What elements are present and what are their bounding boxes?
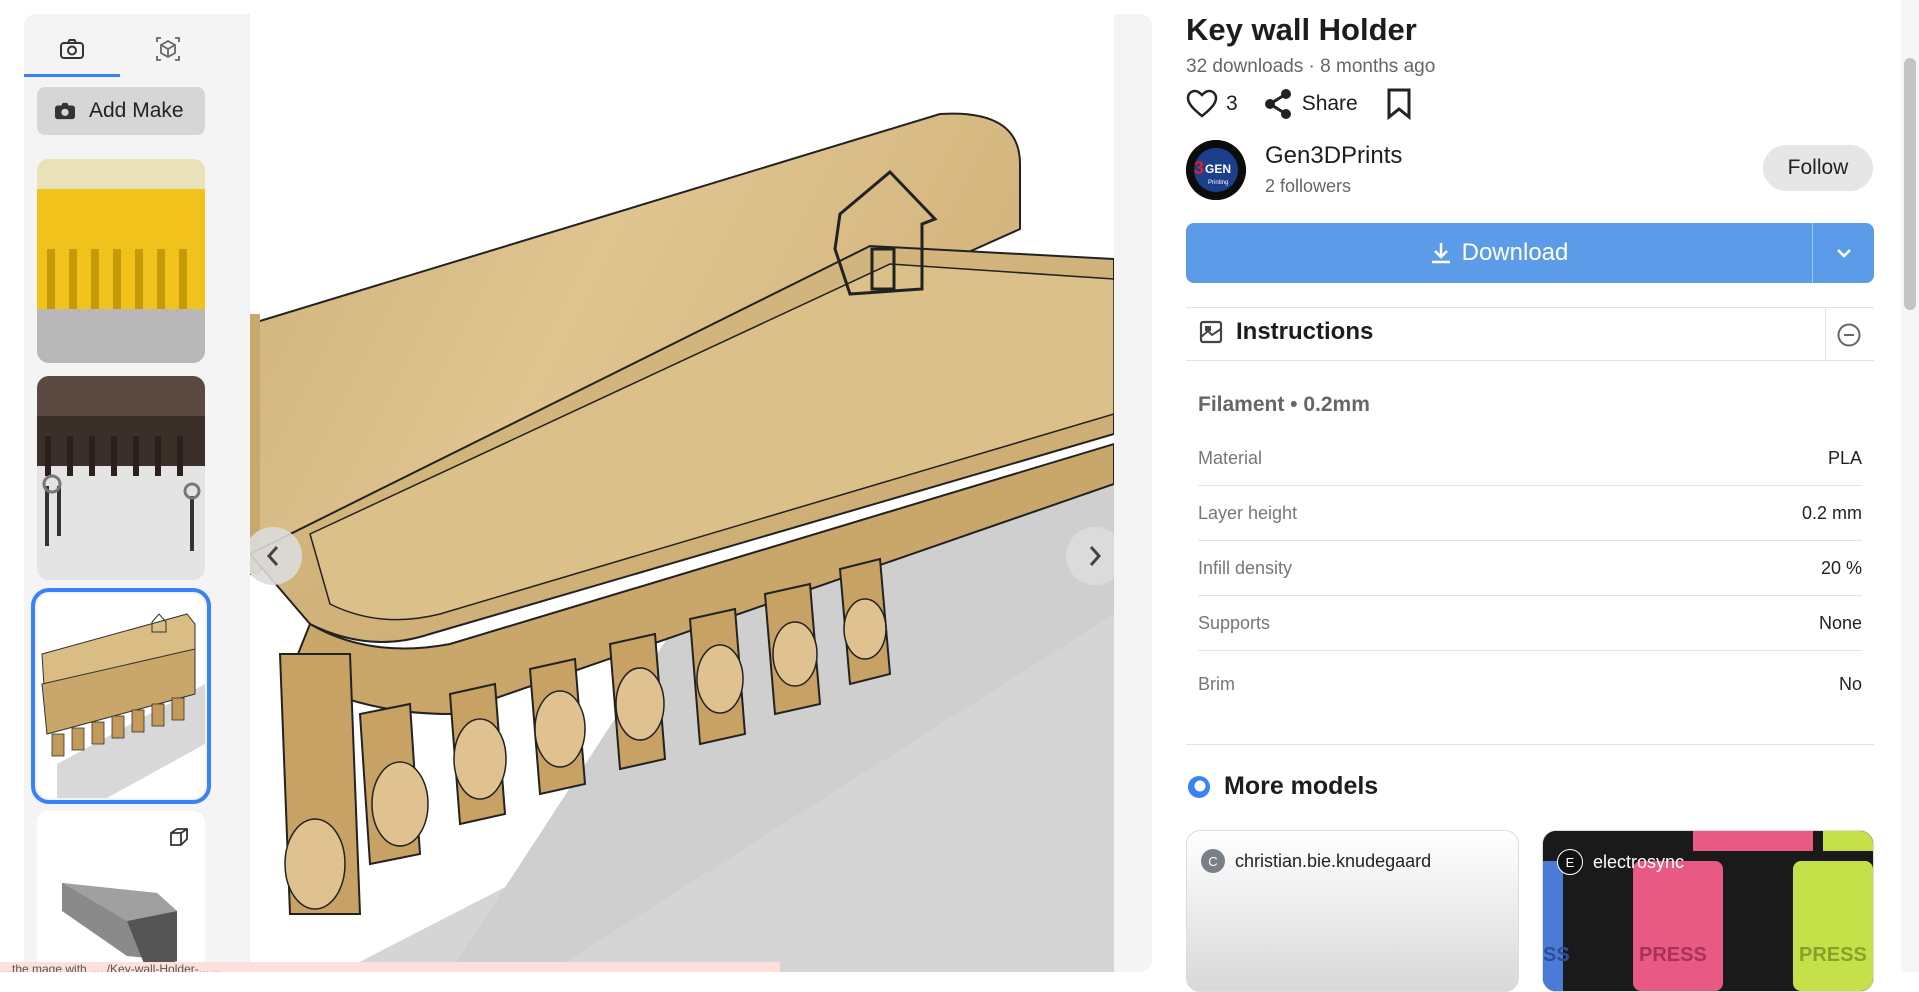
more-models-header: More models xyxy=(1186,772,1378,801)
chevron-right-icon xyxy=(1089,546,1102,566)
divider xyxy=(1825,308,1826,360)
gallery-thumbnail-selected[interactable] xyxy=(31,588,211,804)
svg-text:PRESS: PRESS xyxy=(1799,944,1867,966)
download-options-button[interactable] xyxy=(1812,223,1874,283)
property-key: Layer height xyxy=(1198,503,1298,523)
gallery-panel: Add Make xyxy=(24,14,1152,972)
thumbnail-image xyxy=(37,159,205,363)
divider xyxy=(1186,307,1874,308)
3d-model-icon xyxy=(170,828,188,846)
chevron-left-icon xyxy=(266,546,279,566)
gallery-thumbnail[interactable] xyxy=(37,376,205,580)
tab-photos[interactable] xyxy=(24,24,120,77)
instructions-title: Instructions xyxy=(1236,318,1374,345)
svg-text:SS: SS xyxy=(1543,944,1570,966)
action-bar: 3 Share xyxy=(1186,88,1412,120)
key-holder-render xyxy=(250,14,1114,972)
bookmark-icon xyxy=(1387,88,1411,120)
main-image-viewer xyxy=(250,14,1114,972)
more-models-icon xyxy=(1188,775,1210,798)
filament-heading: Filament • 0.2mm xyxy=(1198,393,1370,416)
cube-3d-icon xyxy=(156,37,180,61)
download-label: Download xyxy=(1461,239,1569,266)
property-value: No xyxy=(1838,673,1862,694)
bookmark-button[interactable] xyxy=(1386,88,1412,120)
follow-button[interactable]: Follow xyxy=(1763,145,1873,191)
download-icon xyxy=(1431,243,1450,264)
svg-text:Printing: Printing xyxy=(1208,180,1228,186)
card-username: electrosync xyxy=(1593,851,1685,872)
property-key: Brim xyxy=(1198,673,1235,694)
divider xyxy=(1186,360,1874,361)
instructions-header[interactable]: Instructions xyxy=(1198,318,1373,346)
thumbnail-image xyxy=(37,376,205,580)
model-card[interactable]: SS PRESS PRESS E electrosync xyxy=(1542,830,1874,992)
svg-text:GEN: GEN xyxy=(1205,162,1231,176)
tab-3d-view[interactable] xyxy=(120,24,216,74)
property-value: 20 % xyxy=(1820,558,1862,578)
svg-text:PRESS: PRESS xyxy=(1639,944,1707,966)
download-button-group: Download xyxy=(1186,223,1874,283)
camera-icon xyxy=(60,39,84,59)
property-row: Brim No xyxy=(1198,657,1862,711)
minus-circle-icon xyxy=(1837,323,1861,347)
property-value: None xyxy=(1818,613,1862,633)
card-username: christian.bie.knudegaard xyxy=(1235,850,1432,871)
collapse-instructions-button[interactable] xyxy=(1834,320,1864,350)
download-button[interactable]: Download xyxy=(1186,223,1812,283)
gallery-thumbnail[interactable] xyxy=(37,811,205,972)
card-user[interactable]: C christian.bie.knudegaard xyxy=(1201,849,1431,873)
property-key: Infill density xyxy=(1198,558,1293,578)
like-count: 3 xyxy=(1226,92,1238,115)
like-button[interactable]: 3 xyxy=(1186,89,1238,119)
gallery-thumbnail[interactable] xyxy=(37,159,205,363)
property-value: PLA xyxy=(1827,448,1862,468)
creator-logo-icon: 3 GEN Printing xyxy=(1186,140,1246,200)
thumbnail-image xyxy=(37,594,205,798)
user-avatar: E xyxy=(1557,849,1583,875)
status-url-bar: …the mage with .... /Key-wall-Holder-...… xyxy=(0,962,780,972)
property-row: Material PLA xyxy=(1198,432,1862,486)
creator-name[interactable]: Gen3DPrints xyxy=(1265,142,1402,170)
property-value: 0.2 mm xyxy=(1801,503,1862,523)
model-title: Key wall Holder xyxy=(1186,12,1417,47)
svg-text:3: 3 xyxy=(1194,158,1204,178)
card-user[interactable]: E electrosync xyxy=(1557,849,1684,875)
scrollbar-thumb[interactable] xyxy=(1904,58,1916,310)
instructions-icon xyxy=(1199,320,1223,344)
chevron-down-icon xyxy=(1837,249,1851,258)
add-make-button[interactable]: Add Make xyxy=(37,87,205,135)
divider xyxy=(1186,744,1874,745)
heart-icon xyxy=(1186,89,1218,118)
share-icon xyxy=(1264,89,1291,119)
thumbnail-column: Add Make xyxy=(24,14,250,972)
creator-avatar[interactable]: 3 GEN Printing xyxy=(1186,140,1246,200)
camera-icon xyxy=(55,102,75,120)
model-card[interactable]: C christian.bie.knudegaard xyxy=(1186,830,1519,992)
user-avatar: C xyxy=(1201,849,1225,873)
property-row: Layer height 0.2 mm xyxy=(1198,487,1862,541)
add-make-label: Add Make xyxy=(89,99,184,122)
property-key: Material xyxy=(1198,448,1263,468)
share-button[interactable]: Share xyxy=(1262,88,1358,120)
share-label: Share xyxy=(1301,92,1358,115)
creator-followers: 2 followers xyxy=(1265,176,1352,196)
more-models-title: More models xyxy=(1224,772,1379,800)
property-key: Supports xyxy=(1198,613,1271,633)
property-row: Infill density 20 % xyxy=(1198,542,1862,596)
property-row: Supports None xyxy=(1198,597,1862,651)
model-meta: 32 downloads · 8 months ago xyxy=(1186,56,1436,77)
